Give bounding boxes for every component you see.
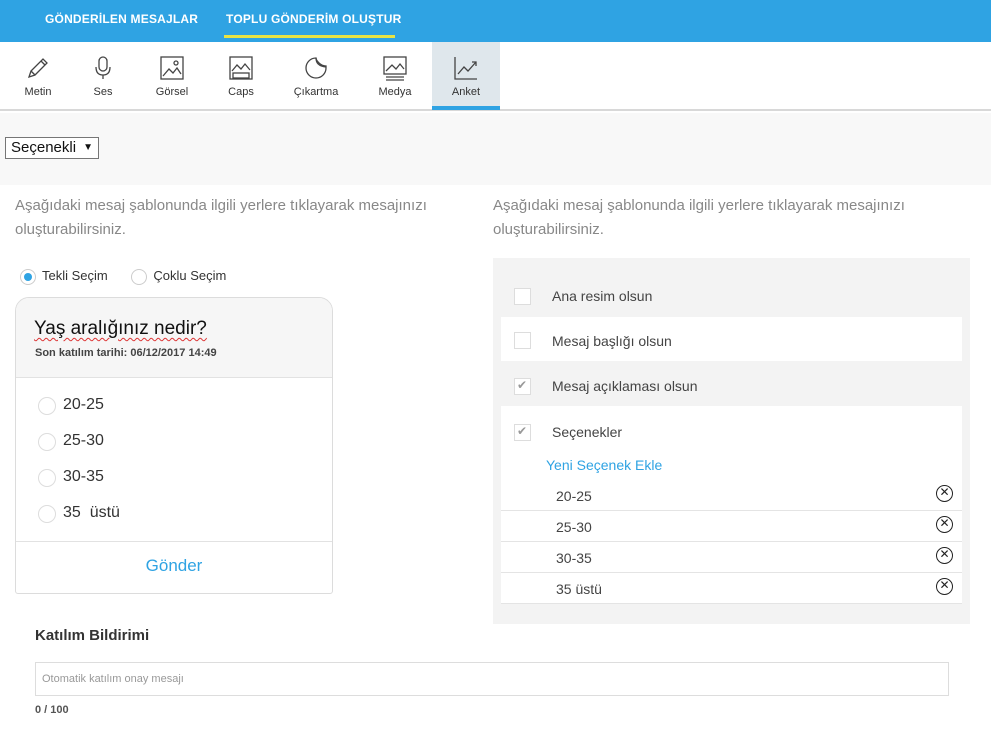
auto-confirmation-input[interactable] bbox=[35, 662, 949, 696]
send-button[interactable]: Gönder bbox=[16, 556, 332, 576]
radio-single-choice[interactable]: Tekli Seçim bbox=[20, 268, 108, 285]
choice-item: 35 üstü ✕ bbox=[501, 573, 962, 604]
settings-panel: Ana resim olsun Mesaj başlığı olsun Mesa… bbox=[493, 258, 970, 624]
poll-preview-card: Yaş aralığınız nedir? Son katılım tarihi… bbox=[15, 297, 333, 594]
setting-label: Mesaj başlığı olsun bbox=[552, 333, 672, 349]
tool-label: Anket bbox=[451, 86, 481, 98]
choice-value[interactable]: 30-35 bbox=[556, 550, 592, 566]
choices-section: Seçenekler Yeni Seçenek Ekle 20-25 ✕ 25-… bbox=[501, 406, 962, 604]
radio-circle bbox=[38, 505, 56, 523]
remove-choice-icon[interactable]: ✕ bbox=[936, 516, 953, 533]
checkbox-choices[interactable] bbox=[514, 424, 531, 441]
poll-question[interactable]: Yaş aralığınız nedir? bbox=[34, 318, 207, 340]
remove-choice-icon[interactable]: ✕ bbox=[936, 547, 953, 564]
tool-label: Medya bbox=[378, 86, 412, 98]
choice-value[interactable]: 20-25 bbox=[556, 488, 592, 504]
poll-option-label: 35 üstü bbox=[63, 504, 120, 521]
add-choice-link[interactable]: Yeni Seçenek Ekle bbox=[546, 457, 662, 473]
poll-deadline: Son katılım tarihi: 06/12/2017 14:49 bbox=[35, 347, 217, 359]
type-select-band: Seçenekli ▼ bbox=[0, 113, 991, 185]
tool-cikartma[interactable]: Çıkartma bbox=[282, 42, 350, 109]
tool-gorsel[interactable]: Görsel bbox=[138, 42, 206, 109]
content-type-toolbar: Metin Ses Görsel Caps Çıkartma Medya Ank… bbox=[0, 42, 991, 111]
char-counter: 0 / 100 bbox=[35, 704, 69, 716]
poll-option-label: 25-30 bbox=[63, 432, 104, 449]
choice-value[interactable]: 35 üstü bbox=[556, 581, 602, 597]
caps-icon bbox=[229, 56, 253, 80]
sticker-icon bbox=[305, 57, 327, 79]
tab-create-bulk[interactable]: TOPLU GÖNDERİM OLUŞTUR bbox=[226, 12, 402, 26]
poll-option-label: 30-35 bbox=[63, 468, 104, 485]
choice-item: 20-25 ✕ bbox=[501, 480, 962, 511]
tool-label: Çıkartma bbox=[293, 86, 339, 98]
checkbox-main-image[interactable] bbox=[514, 288, 531, 305]
setting-description: Mesaj açıklaması olsun bbox=[501, 362, 962, 406]
remove-choice-icon[interactable]: ✕ bbox=[936, 578, 953, 595]
chart-icon bbox=[454, 57, 477, 80]
radio-circle bbox=[38, 469, 56, 487]
type-select[interactable]: Seçenekli ▼ bbox=[5, 137, 99, 159]
tool-anket[interactable]: Anket bbox=[432, 42, 500, 110]
setting-label: Ana resim olsun bbox=[552, 288, 653, 304]
tool-metin[interactable]: Metin bbox=[4, 42, 72, 109]
active-tool-indicator bbox=[432, 106, 500, 110]
divider bbox=[16, 541, 332, 542]
setting-title: Mesaj başlığı olsun bbox=[501, 317, 962, 361]
type-select-value: Seçenekli bbox=[11, 139, 77, 156]
radio-circle bbox=[38, 397, 56, 415]
tool-label: Metin bbox=[24, 86, 52, 98]
poll-option-label: 20-25 bbox=[63, 396, 104, 413]
choice-value[interactable]: 25-30 bbox=[556, 519, 592, 535]
choice-item: 30-35 ✕ bbox=[501, 542, 962, 573]
radio-label: Çoklu Seçim bbox=[153, 268, 227, 283]
setting-label: Mesaj açıklaması olsun bbox=[552, 378, 698, 394]
pencil-icon bbox=[27, 58, 48, 79]
microphone-icon bbox=[95, 56, 111, 79]
radio-circle bbox=[131, 269, 148, 285]
active-tab-indicator bbox=[224, 35, 395, 38]
tab-sent-messages[interactable]: GÖNDERİLEN MESAJLAR bbox=[45, 12, 198, 26]
dropdown-arrow-icon: ▼ bbox=[83, 142, 93, 153]
setting-main-image: Ana resim olsun bbox=[501, 273, 962, 317]
tool-caps[interactable]: Caps bbox=[207, 42, 275, 109]
top-nav: GÖNDERİLEN MESAJLAR TOPLU GÖNDERİM OLUŞT… bbox=[0, 0, 991, 42]
radio-circle bbox=[20, 269, 36, 285]
hint-right: Aşağıdaki mesaj şablonunda ilgili yerler… bbox=[493, 197, 905, 238]
tool-ses[interactable]: Ses bbox=[69, 42, 137, 109]
media-icon bbox=[383, 56, 407, 81]
poll-header: Yaş aralığınız nedir? Son katılım tarihi… bbox=[16, 298, 332, 378]
tool-medya[interactable]: Medya bbox=[361, 42, 429, 109]
radio-label: Tekli Seçim bbox=[42, 268, 108, 283]
setting-label: Seçenekler bbox=[552, 424, 623, 440]
tool-label: Görsel bbox=[155, 86, 189, 98]
remove-choice-icon[interactable]: ✕ bbox=[936, 485, 953, 502]
image-icon bbox=[160, 56, 184, 80]
checkbox-description[interactable] bbox=[514, 378, 531, 395]
choice-item: 25-30 ✕ bbox=[501, 511, 962, 542]
tool-label: Ses bbox=[93, 86, 113, 98]
radio-multiple-choice[interactable]: Çoklu Seçim bbox=[131, 268, 227, 285]
notification-title: Katılım Bildirimi bbox=[35, 627, 150, 644]
checkbox-title[interactable] bbox=[514, 332, 531, 349]
radio-circle bbox=[38, 433, 56, 451]
selection-mode: Tekli Seçim Çoklu Seçim bbox=[20, 268, 246, 285]
hint-left: Aşağıdaki mesaj şablonunda ilgili yerler… bbox=[15, 197, 427, 238]
tool-label: Caps bbox=[228, 86, 254, 98]
